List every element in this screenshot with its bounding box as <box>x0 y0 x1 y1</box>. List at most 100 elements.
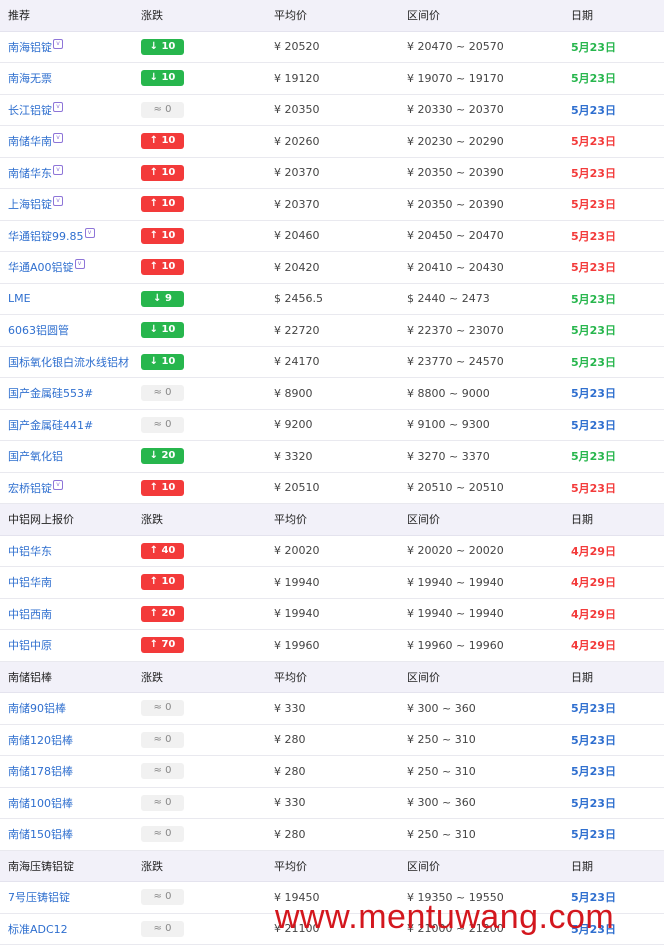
price-range: ¥ 22370 ~ 23070 <box>407 323 504 337</box>
table-row: 长江铝锭 v ≈ 0 ¥ 20350 ¥ 20330 ~ 20370 5月23日 <box>0 95 664 126</box>
section-header: 南储铝棒 涨跌 平均价 区间价 日期 <box>0 661 664 693</box>
section-header: 中铝网上报价 涨跌 平均价 区间价 日期 <box>0 504 664 536</box>
price-range: ¥ 300 ~ 360 <box>407 701 476 715</box>
price-range: ¥ 250 ~ 310 <box>407 764 476 778</box>
product-cell: 南储90铝棒 <box>0 700 133 716</box>
table-row: 南海铝锭 v ↓ 10 ¥ 20520 ¥ 20470 ~ 20570 5月23日 <box>0 32 664 63</box>
product-cell: 南海无票 <box>0 70 133 86</box>
date-cell: 5月23日 <box>571 261 616 275</box>
date-cell: 4月29日 <box>571 544 616 558</box>
product-cell: 6063铝圆管 <box>0 322 133 338</box>
change-cell: ↓ 10 <box>133 38 266 55</box>
change-badge: ↓ 10 <box>141 38 184 55</box>
change-cell: ↑ 10 <box>133 164 266 181</box>
product-link[interactable]: 6063铝圆管 <box>8 324 69 337</box>
product-link[interactable]: 国产金属硅441# <box>8 419 93 432</box>
change-cell: ↑ 20 <box>133 605 266 622</box>
product-cell: 7号压铸铝锭 <box>0 889 133 905</box>
change-badge: ↑ 10 <box>141 259 184 276</box>
date-cell: 5月23日 <box>571 40 616 54</box>
product-link[interactable]: 华通A00铝锭 <box>8 261 74 274</box>
product-link[interactable]: 南储华南 <box>8 135 52 148</box>
product-link[interactable]: 南海无票 <box>8 72 52 85</box>
date-cell: 5月23日 <box>571 733 616 747</box>
column-header: 南海压铸铝锭 <box>8 859 74 873</box>
change-cell: ≈ 0 <box>133 385 266 402</box>
product-cell: 上海铝锭 v <box>0 196 133 212</box>
product-link[interactable]: 国标氧化银白流水线铝材 <box>8 356 129 369</box>
price-range: ¥ 20510 ~ 20510 <box>407 481 504 495</box>
average-price: ¥ 330 <box>274 701 306 715</box>
product-link[interactable]: 上海铝锭 <box>8 198 52 211</box>
change-badge: ≈ 0 <box>141 920 184 937</box>
product-link[interactable]: 南储100铝棒 <box>8 797 73 810</box>
product-link[interactable]: 南海铝锭 <box>8 41 52 54</box>
average-price: ¥ 20260 <box>274 134 320 148</box>
product-link[interactable]: 7号压铸铝锭 <box>8 891 70 904</box>
change-cell: ≈ 0 <box>133 763 266 780</box>
price-range: ¥ 20230 ~ 20290 <box>407 134 504 148</box>
change-cell: ≈ 0 <box>133 101 266 118</box>
change-badge: ↑ 10 <box>141 133 184 150</box>
product-link[interactable]: 宏桥铝锭 <box>8 482 52 495</box>
change-badge: ↓ 10 <box>141 353 184 370</box>
table-row: 6063铝圆管 ↓ 10 ¥ 22720 ¥ 22370 ~ 23070 5月23日 <box>0 315 664 347</box>
product-link[interactable]: 南储华东 <box>8 167 52 180</box>
price-range: ¥ 20450 ~ 20470 <box>407 229 504 243</box>
price-range: ¥ 20350 ~ 20390 <box>407 166 504 180</box>
average-price: $ 2456.5 <box>274 292 323 306</box>
product-link[interactable]: 南储90铝棒 <box>8 702 66 715</box>
column-header: 日期 <box>571 670 593 684</box>
product-link[interactable]: 国产氧化铝 <box>8 450 63 463</box>
product-cell: LME <box>0 292 133 305</box>
table-row: 国产氧化铝 ↓ 20 ¥ 3320 ¥ 3270 ~ 3370 5月23日 <box>0 441 664 473</box>
price-range: ¥ 8800 ~ 9000 <box>407 386 490 400</box>
product-link[interactable]: LME <box>8 292 31 305</box>
price-range: ¥ 250 ~ 310 <box>407 827 476 841</box>
table-row: 国标氧化银白流水线铝材 ↓ 10 ¥ 24170 ¥ 23770 ~ 24570 5月2… <box>0 347 664 378</box>
table-row: 南储90铝棒 ≈ 0 ¥ 330 ¥ 300 ~ 360 5月23日 <box>0 693 664 725</box>
date-cell: 5月23日 <box>571 292 616 306</box>
price-range: ¥ 20410 ~ 20430 <box>407 260 504 274</box>
date-cell: 5月23日 <box>571 765 616 779</box>
column-header: 区间价 <box>407 513 440 527</box>
product-link[interactable]: 中铝西南 <box>8 608 52 621</box>
change-badge: ↑ 10 <box>141 164 184 181</box>
price-range: ¥ 19940 ~ 19940 <box>407 607 504 621</box>
change-badge: ≈ 0 <box>141 826 184 843</box>
site-watermark: www.mentuwang.com <box>275 898 615 936</box>
price-range: ¥ 19940 ~ 19940 <box>407 575 504 589</box>
product-link[interactable]: 华通铝锭99.85 <box>8 230 84 243</box>
price-range: ¥ 20350 ~ 20390 <box>407 197 504 211</box>
price-range: ¥ 20020 ~ 20020 <box>407 544 504 558</box>
average-price: ¥ 19120 <box>274 71 320 85</box>
table-row: 南储华东 v ↑ 10 ¥ 20370 ¥ 20350 ~ 20390 5月23日 <box>0 158 664 189</box>
product-cell: 南海铝锭 v <box>0 38 133 55</box>
product-link[interactable]: 长江铝锭 <box>8 104 52 117</box>
column-header: 区间价 <box>407 9 440 23</box>
average-price: ¥ 20020 <box>274 544 320 558</box>
change-cell: ≈ 0 <box>133 826 266 843</box>
date-cell: 5月23日 <box>571 702 616 716</box>
product-cell: 中铝中原 <box>0 637 133 653</box>
product-link[interactable]: 国产金属硅553# <box>8 387 93 400</box>
product-link[interactable]: 中铝中原 <box>8 639 52 652</box>
change-cell: ↓ 9 <box>133 290 266 307</box>
product-link[interactable]: 中铝华南 <box>8 576 52 589</box>
table-row: 南储100铝棒 ≈ 0 ¥ 330 ¥ 300 ~ 360 5月23日 <box>0 788 664 819</box>
price-range: ¥ 20330 ~ 20370 <box>407 103 504 117</box>
product-link[interactable]: 标准ADC12 <box>8 923 68 936</box>
table-row: 南储120铝棒 ≈ 0 ¥ 280 ¥ 250 ~ 310 5月23日 <box>0 725 664 756</box>
product-link[interactable]: 南储150铝棒 <box>8 828 73 841</box>
product-link[interactable]: 南储178铝棒 <box>8 765 73 778</box>
date-cell: 5月23日 <box>571 72 616 86</box>
product-cell: 中铝西南 <box>0 606 133 622</box>
product-link[interactable]: 南储120铝棒 <box>8 734 73 747</box>
average-price: ¥ 19960 <box>274 638 320 652</box>
average-price: ¥ 20350 <box>274 103 320 117</box>
product-cell: 南储150铝棒 <box>0 826 133 842</box>
table-row: 中铝华东 ↑ 40 ¥ 20020 ¥ 20020 ~ 20020 4月29日 <box>0 536 664 567</box>
product-cell: 国产金属硅553# <box>0 385 133 401</box>
date-cell: 5月23日 <box>571 796 616 810</box>
product-link[interactable]: 中铝华东 <box>8 545 52 558</box>
